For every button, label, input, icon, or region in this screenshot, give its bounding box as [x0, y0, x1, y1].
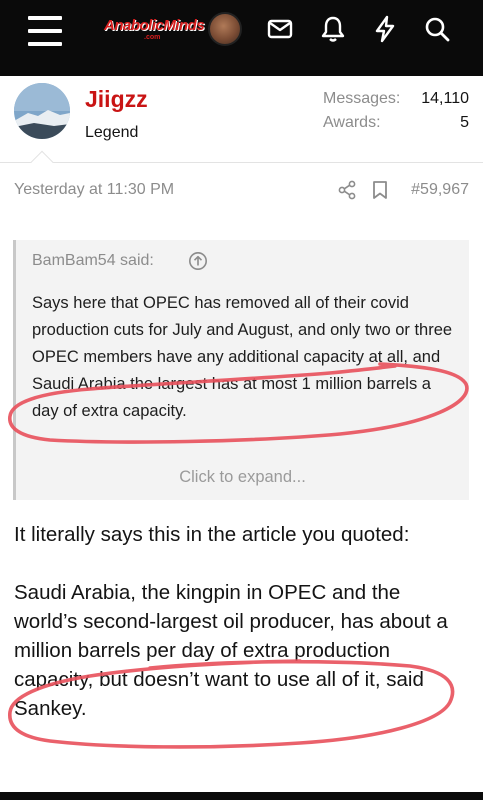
quote-author[interactable]: BamBam54 said: — [32, 252, 154, 270]
mail-icon[interactable] — [266, 15, 294, 43]
post-paragraph: Saudi Arabia, the kingpin in OPEC and th… — [14, 581, 448, 720]
user-caret — [30, 150, 54, 174]
quote-fade — [16, 420, 469, 450]
search-icon[interactable] — [423, 15, 451, 43]
arrow-up-circle-icon[interactable] — [188, 251, 208, 271]
user-avatar[interactable] — [14, 83, 70, 139]
share-icon[interactable] — [337, 180, 357, 200]
awards-count[interactable]: 5 — [460, 114, 469, 132]
bell-icon[interactable] — [319, 15, 347, 43]
messages-label: Messages: — [323, 90, 401, 107]
logo-text: AnabolicMinds — [104, 17, 205, 34]
logo-subtext: .com — [144, 34, 161, 41]
post-number[interactable]: #59,967 — [411, 181, 469, 199]
quote-block: BamBam54 said: Says here that OPEC has r… — [13, 240, 469, 500]
messages-count: 14,110 — [421, 90, 469, 107]
post-timestamp[interactable]: Yesterday at 11:30 PM — [14, 181, 174, 199]
bookmark-icon[interactable] — [371, 180, 389, 200]
lightning-icon[interactable] — [371, 15, 399, 43]
click-to-expand-link[interactable]: Click to expand... — [16, 468, 469, 487]
post-divider — [0, 162, 483, 163]
awards-label: Awards: — [323, 114, 381, 131]
username[interactable]: Jiigzz — [85, 86, 148, 113]
user-title: Legend — [85, 124, 139, 141]
site-logo[interactable]: AnabolicMinds .com — [104, 17, 205, 43]
account-avatar[interactable] — [208, 12, 242, 46]
post-body: It literally says this in the article yo… — [14, 520, 464, 752]
top-nav-bar: AnabolicMinds .com — [0, 0, 483, 76]
bottom-bar — [0, 792, 483, 800]
post-paragraph: It literally says this in the article yo… — [14, 523, 410, 546]
menu-icon[interactable] — [28, 16, 62, 46]
